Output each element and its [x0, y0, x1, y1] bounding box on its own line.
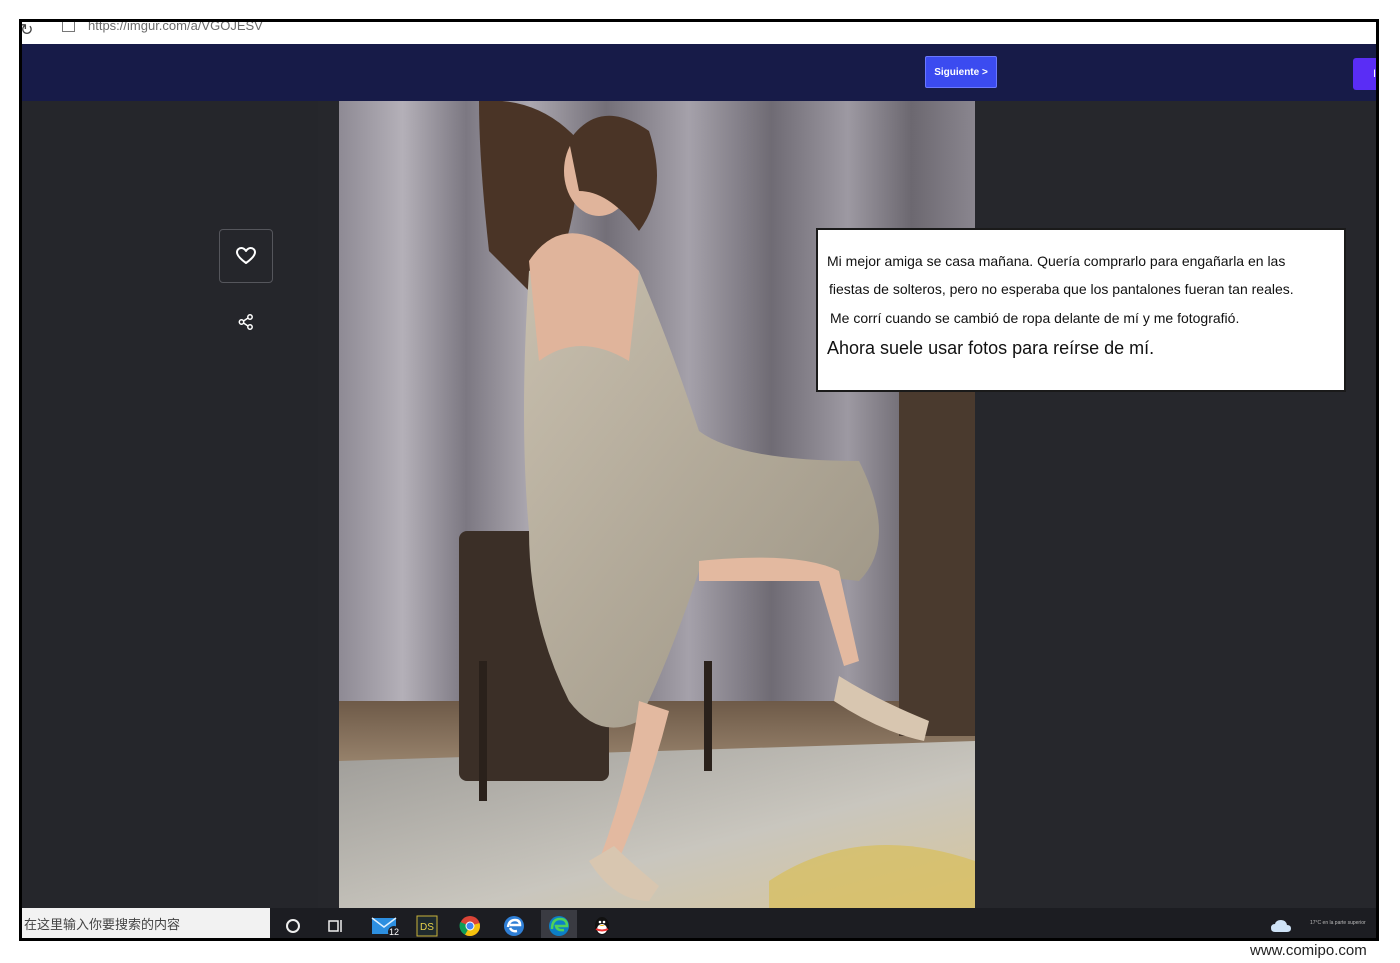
- ds-app-label: DS: [420, 922, 434, 933]
- caption-line-4: Ahora suele usar fotos para reírse de mí…: [827, 338, 1155, 358]
- post-photo: [339, 101, 975, 908]
- screenshot-frame: ↻ https://imgur.com/a/VGOJESV Siguiente …: [19, 19, 1379, 941]
- windows-taskbar: 在这里输入你要搜索的内容 12 DS 17°C en la parte supe…: [22, 908, 1376, 938]
- caption-line-1: Mi mejor amiga se casa mañana. Quería co…: [827, 253, 1286, 269]
- mail-icon: 12: [371, 917, 400, 938]
- watermark: www.comipo.com: [1250, 942, 1367, 959]
- right-sidebar: [975, 101, 1376, 908]
- qq-button[interactable]: [589, 913, 615, 938]
- edge-legacy-icon: [504, 916, 524, 936]
- chrome-icon: [459, 916, 480, 937]
- task-view-button[interactable]: [323, 913, 349, 938]
- browser-address-bar[interactable]: ↻ https://imgur.com/a/VGOJESV: [22, 22, 1376, 45]
- chrome-button[interactable]: [457, 913, 483, 938]
- caption-line-3: Me corrí cuando se cambió de ropa delant…: [830, 310, 1240, 326]
- mail-badge: 12: [389, 927, 399, 937]
- caption-box: Mi mejor amiga se casa mañana. Quería co…: [816, 228, 1346, 392]
- reload-icon[interactable]: ↻: [22, 22, 33, 39]
- mail-app-button[interactable]: 12: [370, 913, 402, 938]
- edge-button-active[interactable]: [541, 910, 577, 938]
- qq-penguin-icon: [595, 917, 609, 935]
- weather-widget[interactable]: [1268, 913, 1294, 938]
- cloud-icon: [1271, 920, 1291, 932]
- edge-legacy-button[interactable]: [501, 913, 527, 938]
- caption-line-2: fiestas de solteros, pero no esperaba qu…: [829, 281, 1294, 297]
- heart-icon: [236, 247, 256, 264]
- circle-icon: [286, 919, 300, 933]
- taskbar-search-input[interactable]: 在这里输入你要搜索的内容: [22, 908, 270, 938]
- ds-app-button[interactable]: DS: [414, 913, 440, 938]
- sign-in-button[interactable]: In: [1353, 58, 1376, 90]
- post-content-area: Mi mejor amiga se casa mañana. Quería co…: [22, 101, 1376, 908]
- post-image[interactable]: [339, 101, 975, 908]
- edge-icon: [549, 916, 569, 936]
- share-icon: [238, 314, 253, 330]
- url-text[interactable]: https://imgur.com/a/VGOJESV: [88, 22, 263, 33]
- task-view-icon: [328, 920, 342, 932]
- cortana-button[interactable]: [280, 913, 306, 938]
- next-button[interactable]: Siguiente >: [925, 56, 997, 88]
- left-sidebar: [22, 101, 318, 908]
- ds-app-icon: DS: [416, 915, 438, 937]
- share-button[interactable]: [234, 310, 258, 334]
- page-info-icon[interactable]: [62, 22, 75, 32]
- like-button[interactable]: [219, 229, 273, 283]
- weather-text: 17°C en la parte superior: [1310, 920, 1366, 926]
- top-navbar: Siguiente > In: [22, 44, 1376, 101]
